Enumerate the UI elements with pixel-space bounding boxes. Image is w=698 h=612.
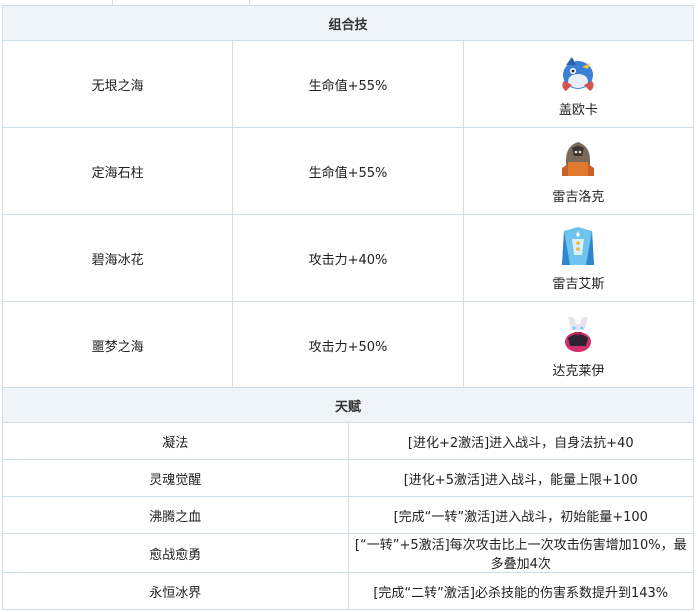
talent-section-title: 天赋	[2, 387, 694, 423]
pet-name[interactable]: 雷吉艾斯	[552, 273, 604, 292]
combo-bonus: 攻击力+50%	[232, 301, 464, 389]
table-row: 碧海冰花 攻击力+40% 雷吉艾斯	[1, 214, 695, 302]
combo-name: 噩梦之海	[1, 301, 234, 389]
combo-pet-cell: 雷吉艾斯	[462, 214, 695, 302]
combo-table: 组合技 无垠之海 生命值+55% 盖欧卡 定海石柱 生命值+55% 雷吉洛克 碧…	[1, 5, 695, 389]
talent-desc: [完成“一转”激活]进入战斗，初始能量+100	[347, 496, 694, 534]
pet-name[interactable]: 雷吉洛克	[552, 186, 604, 205]
talent-desc: [完成“二转”激活]必杀技能的伤害系数提升到143%	[347, 572, 694, 610]
talent-name: 凝法	[2, 422, 349, 460]
talent-desc: [进化+5激活]进入战斗，能量上限+100	[347, 459, 694, 497]
combo-bonus: 攻击力+40%	[232, 214, 464, 302]
talent-name: 永恒冰界	[2, 572, 349, 610]
talent-name: 沸腾之血	[2, 496, 349, 534]
table-row: 定海石柱 生命值+55% 雷吉洛克	[1, 127, 695, 215]
combo-name: 碧海冰花	[1, 214, 234, 302]
talent-name: 灵魂觉醒	[2, 459, 349, 497]
talent-desc: [进化+2激活]进入战斗，自身法抗+40	[347, 422, 694, 460]
dark-ghost-pet-icon[interactable]	[558, 312, 598, 356]
table-row: 愈战愈勇 [“一转”+5激活]每次攻击比上一次攻击伤害增加10%，最多叠加4次	[2, 533, 694, 573]
combo-name: 定海石柱	[1, 127, 234, 215]
combo-pet-cell: 雷吉洛克	[462, 127, 695, 215]
pet-name[interactable]: 达克莱伊	[552, 360, 604, 379]
talent-table: 天赋 凝法 [进化+2激活]进入战斗，自身法抗+40 灵魂觉醒 [进化+5激活]…	[2, 387, 694, 610]
pet-name[interactable]: 盖欧卡	[559, 99, 598, 118]
talent-name: 愈战愈勇	[2, 533, 349, 573]
combo-bonus: 生命值+55%	[232, 127, 464, 215]
ice-golem-pet-icon[interactable]	[558, 225, 598, 269]
combo-pet-cell: 达克莱伊	[462, 301, 695, 389]
table-row: 灵魂觉醒 [进化+5激活]进入战斗，能量上限+100	[2, 459, 694, 497]
table-row: 沸腾之血 [完成“一转”激活]进入战斗，初始能量+100	[2, 496, 694, 534]
combo-name: 无垠之海	[1, 40, 234, 128]
table-row: 噩梦之海 攻击力+50% 达克莱伊	[1, 301, 695, 389]
table-row: 凝法 [进化+2激活]进入战斗，自身法抗+40	[2, 422, 694, 460]
combo-pet-cell: 盖欧卡	[462, 40, 695, 128]
table-row: 无垠之海 生命值+55% 盖欧卡	[1, 40, 695, 128]
blue-whale-pet-icon[interactable]	[558, 51, 598, 95]
rock-golem-pet-icon[interactable]	[558, 138, 598, 182]
talent-desc: [“一转”+5激活]每次攻击比上一次攻击伤害增加10%，最多叠加4次	[347, 533, 694, 573]
combo-section-title: 组合技	[2, 5, 694, 41]
table-row: 永恒冰界 [完成“二转”激活]必杀技能的伤害系数提升到143%	[2, 572, 694, 610]
combo-bonus: 生命值+55%	[232, 40, 464, 128]
